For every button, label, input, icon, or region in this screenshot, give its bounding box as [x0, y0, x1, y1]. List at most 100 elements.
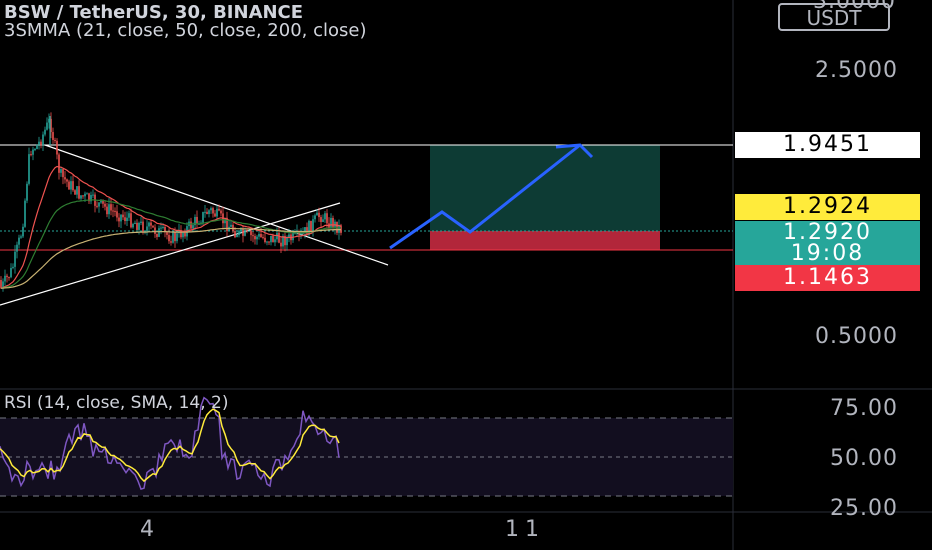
last-price-tag: 1.2920 19:08	[735, 221, 920, 266]
candle-body	[166, 232, 168, 235]
candle-body	[12, 266, 14, 268]
candle-body	[14, 251, 16, 267]
candle-body	[300, 233, 302, 235]
candle-body	[104, 203, 106, 207]
candle-body	[184, 232, 186, 237]
price-axis-label-0-5: 0.5000	[815, 324, 898, 349]
candle-body	[4, 275, 6, 282]
candle-body	[216, 208, 218, 217]
candle-body	[196, 216, 198, 224]
candle-body	[324, 213, 326, 220]
candle-body	[270, 235, 272, 243]
candle-body	[150, 222, 152, 226]
candle-body	[286, 238, 288, 246]
candle-body	[250, 230, 252, 236]
target-price-tag: 1.9451	[735, 132, 920, 158]
candle-body	[30, 154, 32, 156]
candle-body	[62, 169, 64, 178]
candle-body	[112, 210, 114, 212]
candle-body	[280, 242, 282, 247]
candle-body	[210, 208, 212, 211]
candle-body	[182, 232, 184, 238]
candle-body	[70, 181, 72, 190]
candle-body	[212, 208, 214, 214]
candle-body	[322, 219, 324, 222]
candle-body	[148, 222, 150, 227]
candle-body	[122, 214, 124, 218]
candle-body	[34, 149, 36, 151]
candle-body	[60, 169, 62, 173]
candle-body	[66, 179, 68, 182]
candle-body	[236, 235, 238, 238]
rsi-axis-label-50: 50.00	[830, 446, 898, 471]
candle-body	[316, 212, 318, 216]
candle-body	[190, 221, 192, 229]
candle-body	[330, 217, 332, 228]
candle-body	[234, 230, 236, 238]
candle-body	[78, 186, 80, 199]
candle-body	[252, 235, 254, 237]
candle-body	[238, 230, 240, 236]
candle-body	[202, 212, 204, 223]
candle-body	[246, 229, 248, 231]
candle-body	[16, 244, 18, 252]
candle-body	[126, 217, 128, 222]
entry-price-tag: 1.2924	[735, 194, 920, 220]
candle-body	[146, 226, 148, 232]
candle-body	[86, 193, 88, 195]
candle-body	[168, 234, 170, 242]
candle-body	[106, 206, 108, 215]
rsi-indicator-legend[interactable]: RSI (14, close, SMA, 14, 2)	[4, 393, 228, 413]
candle-body	[98, 202, 100, 207]
loss-zone	[430, 231, 660, 250]
candle-body	[110, 204, 112, 211]
candle-body	[278, 232, 280, 243]
candle-body	[160, 227, 162, 229]
entry-price-value: 1.2924	[783, 194, 872, 219]
candle-body	[24, 200, 26, 227]
candle-body	[152, 225, 154, 228]
candle-body	[130, 213, 132, 228]
candle-body	[272, 235, 274, 243]
candle-body	[214, 213, 216, 217]
stop-price-tag: 1.1463	[735, 265, 920, 291]
candle-body	[264, 237, 266, 243]
candle-body	[162, 226, 164, 228]
candle-body	[256, 236, 258, 240]
candle-body	[82, 195, 84, 197]
candle-body	[6, 275, 8, 278]
candle-body	[172, 231, 174, 243]
candle-body	[136, 222, 138, 230]
candle-body	[242, 228, 244, 236]
smma-indicator-legend[interactable]: 3SMMA (21, close, 50, close, 200, close)	[4, 20, 367, 41]
candle-body	[26, 183, 28, 201]
candle-body	[116, 211, 118, 218]
candle-body	[22, 226, 24, 237]
candle-body	[64, 177, 66, 180]
candle-body	[140, 221, 142, 223]
candle-body	[10, 267, 12, 278]
candle-body	[40, 141, 42, 146]
candle-body	[204, 211, 206, 213]
candle-body	[314, 215, 316, 220]
candle-body	[114, 210, 116, 212]
candle-body	[44, 129, 46, 135]
candle-body	[176, 233, 178, 242]
candle-body	[206, 211, 208, 214]
candle-body	[174, 231, 176, 242]
candle-body	[42, 134, 44, 146]
price-axis-label-2-5: 2.5000	[815, 58, 898, 83]
candle-body	[132, 223, 134, 228]
candle-body	[8, 277, 10, 279]
candle-body	[326, 213, 328, 224]
candle-body	[218, 208, 220, 211]
candle-body	[36, 144, 38, 150]
chart-stage[interactable]: BSW / TetherUS, 30, BINANCE 3SMMA (21, c…	[0, 0, 932, 550]
time-axis-label-4: 4	[140, 517, 154, 542]
stop-price-value: 1.1463	[783, 265, 872, 290]
rsi-band-background	[0, 418, 733, 496]
candle-body	[258, 233, 260, 237]
candle-body	[52, 132, 54, 140]
candle-body	[80, 195, 82, 199]
candle-body	[208, 210, 210, 214]
